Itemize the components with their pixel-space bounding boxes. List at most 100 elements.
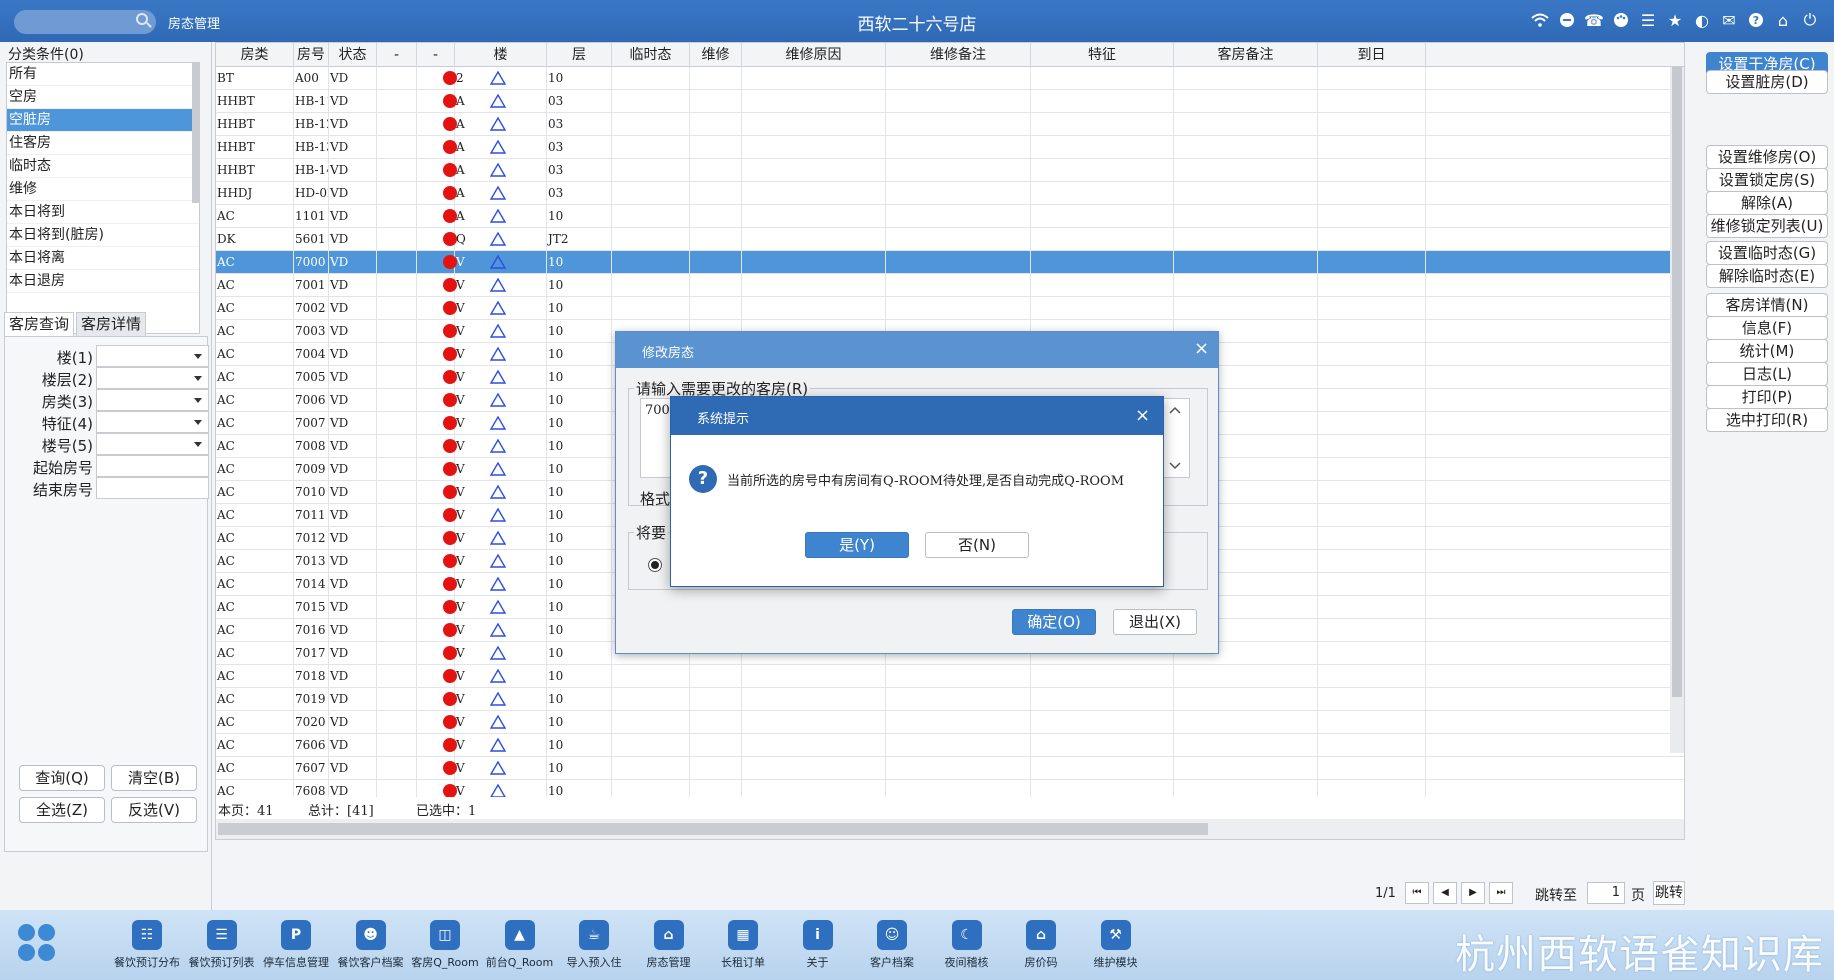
action-button[interactable]: 设置临时态(G) xyxy=(1706,241,1828,265)
taskbar-item[interactable]: ⌂ 房价码 xyxy=(1002,920,1080,970)
action-button[interactable]: 解除(A) xyxy=(1706,191,1828,215)
action-button[interactable]: 设置脏房(D) xyxy=(1706,70,1828,94)
column-header[interactable]: - xyxy=(377,43,417,67)
taskbar-item[interactable]: ☻ 餐饮客户档案 xyxy=(332,920,410,970)
ok-button[interactable]: 确定(O) xyxy=(1012,609,1096,635)
help-icon[interactable]: ? xyxy=(1746,9,1766,31)
action-button[interactable]: 客房详情(N) xyxy=(1706,293,1828,317)
next-page-icon[interactable]: ▶ xyxy=(1461,882,1485,904)
category-item[interactable]: 所有 xyxy=(7,63,199,86)
column-header[interactable]: 临时态 xyxy=(612,43,690,67)
start-menu-icon[interactable] xyxy=(18,924,56,962)
action-button[interactable]: 设置维修房(O) xyxy=(1706,145,1828,169)
query-select[interactable] xyxy=(96,389,209,411)
taskbar-item[interactable]: ☾ 夜间稽核 xyxy=(928,920,1006,970)
column-header[interactable]: - xyxy=(417,43,455,67)
table-row[interactable]: HHBTHB-11VDA03 xyxy=(216,90,1684,113)
category-item[interactable]: 本日将到 xyxy=(7,201,199,224)
close-icon[interactable]: × xyxy=(1135,405,1150,426)
table-row[interactable]: DK 5601 VD Q JT2 xyxy=(216,228,1684,251)
palette-icon[interactable] xyxy=(1611,9,1631,31)
taskbar-item[interactable]: ▲ 前台Q_Room xyxy=(481,920,559,970)
taskbar-item[interactable]: P 停车信息管理 xyxy=(257,920,335,970)
last-page-icon[interactable]: ⏭ xyxy=(1489,882,1513,904)
exit-button[interactable]: 退出(X) xyxy=(1113,609,1197,635)
taskbar-item[interactable]: ☕ 导入预入住 xyxy=(555,920,633,970)
phone-icon[interactable]: ☎ xyxy=(1584,9,1604,31)
column-header[interactable]: 特征 xyxy=(1031,43,1174,67)
category-item[interactable]: 本日将到(脏房) xyxy=(7,224,199,247)
table-row[interactable]: AC 7019 VD V 10 xyxy=(216,688,1684,711)
action-button[interactable]: 选中打印(R) xyxy=(1706,408,1828,432)
query-input[interactable] xyxy=(96,455,209,477)
action-button[interactable]: 设置锁定房(S) xyxy=(1706,168,1828,192)
table-row[interactable]: AC 1101 VD A 10 xyxy=(216,205,1684,228)
jump-page-input[interactable]: 1 xyxy=(1587,882,1625,904)
action-button[interactable]: 统计(M) xyxy=(1706,339,1828,363)
prev-page-icon[interactable]: ◀ xyxy=(1433,882,1457,904)
taskbar-item[interactable]: ⚒ 维护模块 xyxy=(1077,920,1155,970)
clear-button[interactable]: 清空(B) xyxy=(111,765,197,791)
select-all-button[interactable]: 全选(Z) xyxy=(19,797,105,823)
column-header[interactable]: 状态 xyxy=(329,43,377,67)
table-row[interactable]: AC 7000 VD V 10 xyxy=(216,251,1684,274)
taskbar-item[interactable]: ▦ 长租订单 xyxy=(704,920,782,970)
grid-vertical-scrollbar[interactable] xyxy=(1670,67,1684,753)
table-row[interactable]: HHBTHB-14VDA03 xyxy=(216,159,1684,182)
taskbar-item[interactable]: ☰ 餐饮预订列表 xyxy=(183,920,261,970)
table-row[interactable]: BT A00 VD 2 10 xyxy=(216,67,1684,90)
column-header[interactable]: 客房备注 xyxy=(1174,43,1318,67)
category-item[interactable]: 本日退房 xyxy=(7,270,199,293)
tab-room-detail[interactable]: 客房详情 xyxy=(76,312,147,336)
action-button[interactable]: 维修锁定列表(U) xyxy=(1706,214,1828,238)
taskbar-item[interactable]: ◫ 客房Q_Room xyxy=(406,920,484,970)
column-header[interactable]: 到日 xyxy=(1318,43,1426,67)
category-item[interactable]: 空房 xyxy=(7,86,199,109)
close-icon[interactable]: × xyxy=(1194,338,1209,359)
table-row[interactable]: AC 7001 VD V 10 xyxy=(216,274,1684,297)
action-button[interactable]: 信息(F) xyxy=(1706,316,1828,340)
table-row[interactable]: AC 7607 VD V 10 xyxy=(216,757,1684,780)
taskbar-item[interactable]: ☷ 餐饮预订分布 xyxy=(108,920,186,970)
category-item[interactable]: 维修 xyxy=(7,178,199,201)
action-button[interactable]: 解除临时态(E) xyxy=(1706,264,1828,288)
column-header[interactable]: 房类 xyxy=(216,43,294,67)
category-item[interactable]: 本日将离 xyxy=(7,247,199,270)
category-item[interactable]: 空脏房 xyxy=(7,109,199,132)
table-row[interactable]: AC 7606 VD V 10 xyxy=(216,734,1684,757)
invert-selection-button[interactable]: 反选(V) xyxy=(111,797,197,823)
menu-icon[interactable]: ☰ xyxy=(1638,9,1658,31)
table-row[interactable]: AC 7018 VD V 10 xyxy=(216,665,1684,688)
star-icon[interactable]: ★ xyxy=(1665,9,1685,31)
chat-icon[interactable] xyxy=(1557,9,1577,31)
grid-horizontal-scrollbar[interactable] xyxy=(216,819,1684,839)
mail-icon[interactable]: ✉ xyxy=(1719,9,1739,31)
category-list[interactable]: 所有 空房 空脏房 住客房 临时态 维修 本日将到 本日将到(脏房) 本日将离 本日退房 xyxy=(6,62,200,334)
taskbar-item[interactable]: ⌂ 房态管理 xyxy=(630,920,708,970)
table-row[interactable]: HHDJHD-02VDA03 xyxy=(216,182,1684,205)
jump-button[interactable]: 跳转 xyxy=(1653,881,1685,905)
action-button[interactable]: 打印(P) xyxy=(1706,385,1828,409)
action-button[interactable]: 日志(L) xyxy=(1706,362,1828,386)
query-button[interactable]: 查询(Q) xyxy=(19,765,105,791)
textarea-scrollbar[interactable] xyxy=(1161,399,1189,477)
table-row[interactable]: AC 7002 VD V 10 xyxy=(216,297,1684,320)
column-header[interactable]: 维修备注 xyxy=(886,43,1031,67)
category-item[interactable]: 住客房 xyxy=(7,132,199,155)
power-icon[interactable]: ⏻ xyxy=(1800,9,1820,31)
status-radio[interactable] xyxy=(648,558,662,572)
tab-room-query[interactable]: 客房查询 xyxy=(4,312,75,336)
column-header[interactable]: 维修 xyxy=(690,43,742,67)
query-select[interactable] xyxy=(96,345,209,367)
column-header[interactable]: 维修原因 xyxy=(742,43,886,67)
home-icon[interactable]: ⌂ xyxy=(1773,9,1793,31)
query-select[interactable] xyxy=(96,367,209,389)
yes-button[interactable]: 是(Y) xyxy=(805,532,909,558)
table-row[interactable]: AC 7608 VD V 10 xyxy=(216,780,1684,797)
column-header[interactable]: 房号 xyxy=(294,43,329,67)
column-header[interactable]: 楼 xyxy=(455,43,547,67)
table-row[interactable]: HHBTHB-13VDA03 xyxy=(216,136,1684,159)
category-scrollbar[interactable] xyxy=(192,63,199,203)
query-select[interactable] xyxy=(96,433,209,455)
query-select[interactable] xyxy=(96,411,209,433)
